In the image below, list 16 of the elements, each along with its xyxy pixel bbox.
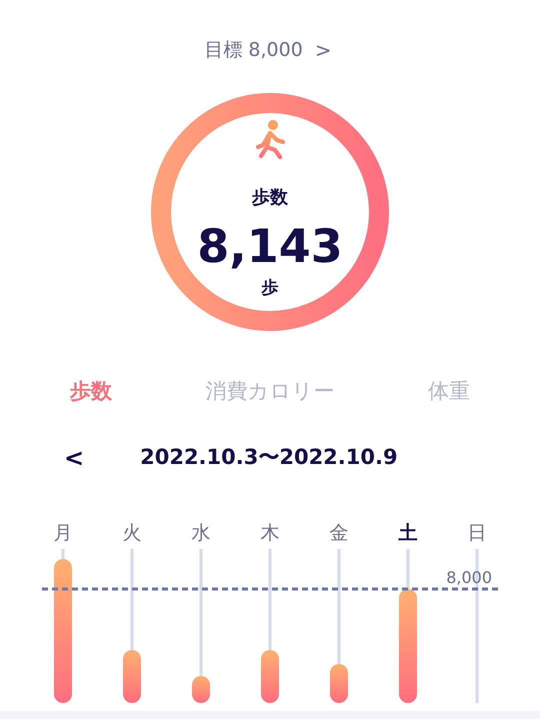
day-label[interactable]: 木 <box>260 522 280 544</box>
goal-line-label: 8,000 <box>446 568 492 586</box>
step-unit: 歩 <box>262 276 278 300</box>
day-label[interactable]: 日 <box>468 522 486 544</box>
goal-label: 目標 8,000 <box>204 38 303 63</box>
day-label[interactable]: 土 <box>398 522 418 544</box>
steps-title: 歩数 <box>252 186 288 210</box>
day-label[interactable]: 水 <box>192 522 210 544</box>
chevron-button[interactable]: > <box>310 35 336 65</box>
tab[interactable]: 歩数 <box>64 372 118 412</box>
step-count: 8,143 <box>197 221 343 272</box>
day-label[interactable]: 月 <box>54 522 72 544</box>
day-label[interactable]: 金 <box>330 522 348 544</box>
previous-week-button[interactable]: < <box>58 440 90 476</box>
day-label[interactable]: 火 <box>122 522 142 544</box>
date-range: 2022.10.3〜2022.10.9 <box>140 444 398 471</box>
